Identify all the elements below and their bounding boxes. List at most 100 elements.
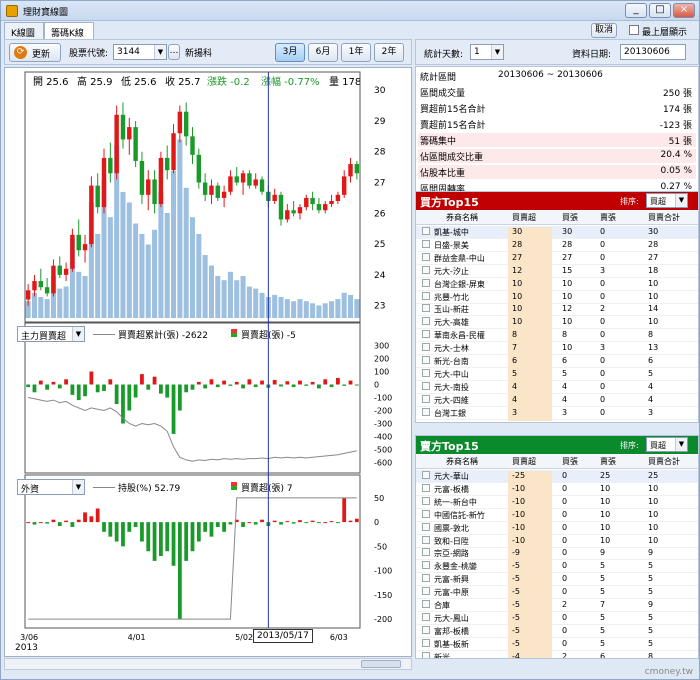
- kline-chart-svg[interactable]: 30 29 28 27 26 25 24 23 300 200 100 0 -100 -200 -300 -4…: [5, 68, 413, 658]
- row-checkbox[interactable]: [422, 548, 430, 557]
- table-row[interactable]: 凱基-城中 30 30 0 30: [416, 226, 698, 240]
- row-checkbox[interactable]: [422, 394, 430, 403]
- chevron-down-icon[interactable]: ▼: [72, 480, 84, 494]
- panel2-selector[interactable]: 主力買賣超 ▼: [17, 326, 85, 342]
- net-buy-bar: [196, 381, 201, 385]
- table-cell: 0: [600, 239, 606, 249]
- cancel-button[interactable]: 取消: [591, 23, 617, 38]
- scroll-thumb[interactable]: [361, 660, 401, 668]
- table-row[interactable]: 統一-新台中 -10 0 10 10: [416, 496, 698, 510]
- row-checkbox[interactable]: [422, 625, 430, 634]
- always-on-top-checkbox[interactable]: [629, 25, 639, 35]
- table-cell: 3: [600, 343, 606, 353]
- stat-days-select[interactable]: 1 ▼: [470, 44, 504, 60]
- close-button[interactable]: ×: [673, 3, 695, 18]
- row-checkbox[interactable]: [422, 535, 430, 544]
- row-checkbox[interactable]: [422, 574, 430, 583]
- panel3-selector[interactable]: 外資 ▼: [17, 479, 85, 495]
- row-checkbox[interactable]: [422, 381, 430, 390]
- table-row[interactable]: 元大-汐止 12 15 3 18: [416, 265, 698, 279]
- table-row[interactable]: 國票-敦北 -10 0 10 10: [416, 522, 698, 536]
- row-checkbox[interactable]: [422, 509, 430, 518]
- table-row[interactable]: 凱基-板新 -5 0 5 5: [416, 638, 698, 652]
- table-row[interactable]: 台灣工銀 3 3 0 3: [416, 407, 698, 421]
- table-row[interactable]: 元大-四維 4 4 0 4: [416, 394, 698, 408]
- row-checkbox[interactable]: [422, 638, 430, 647]
- table-row[interactable]: 永豐金-桃鑾 -5 0 5 5: [416, 560, 698, 575]
- row-checkbox[interactable]: [422, 368, 430, 377]
- chart-scrollbar[interactable]: [4, 658, 412, 670]
- table-row[interactable]: 元大-華山 -25 0 25 25: [416, 470, 698, 484]
- stat-key: 賣超前15名合計: [420, 121, 486, 131]
- data-date-input[interactable]: 20130606: [620, 44, 686, 60]
- table-cell: 9: [648, 548, 654, 558]
- row-checkbox[interactable]: [422, 561, 430, 570]
- table-cell: 5: [600, 612, 606, 622]
- table-row[interactable]: 元富-中原 -5 0 5 5: [416, 586, 698, 601]
- row-checkbox[interactable]: [422, 227, 430, 235]
- panel2-tick-label: -400: [374, 433, 392, 442]
- row-checkbox[interactable]: [422, 343, 430, 352]
- row-checkbox[interactable]: [422, 304, 430, 313]
- table-row[interactable]: 中國信託-新竹 -10 0 10 10: [416, 509, 698, 523]
- row-checkbox[interactable]: [422, 265, 430, 274]
- row-checkbox[interactable]: [422, 291, 430, 300]
- table-row[interactable]: 富邦-板橋 -5 0 5 5: [416, 625, 698, 639]
- table-row[interactable]: 兆豐-竹北 10 10 0 10: [416, 291, 698, 305]
- row-checkbox[interactable]: [422, 522, 430, 531]
- table-row[interactable]: 華南永昌-民權 8 8 0 8: [416, 329, 698, 344]
- chevron-down-icon[interactable]: ▼: [72, 327, 84, 341]
- tab-kline[interactable]: K線圖: [4, 22, 44, 39]
- more-button[interactable]: …: [168, 44, 180, 60]
- range-button[interactable]: 3月: [275, 43, 305, 62]
- row-checkbox[interactable]: [422, 612, 430, 621]
- row-checkbox[interactable]: [422, 496, 430, 505]
- broker-name: 凱基-板新: [434, 639, 469, 649]
- table-row[interactable]: 台灣企銀-屏東 10 10 0 10: [416, 278, 698, 292]
- table-row[interactable]: 致和-日陞 -10 0 10 10: [416, 535, 698, 549]
- row-checkbox[interactable]: [422, 239, 430, 248]
- panel3-tick-label: 50: [374, 494, 384, 503]
- row-checkbox[interactable]: [422, 471, 430, 479]
- maximize-button[interactable]: □: [649, 3, 671, 18]
- row-checkbox[interactable]: [422, 330, 430, 339]
- table-row[interactable]: 合庫 -5 2 7 9: [416, 599, 698, 613]
- row-checkbox[interactable]: [422, 252, 430, 261]
- row-checkbox[interactable]: [422, 483, 430, 492]
- tab-chip-kline[interactable]: 籌碼K線圖: [44, 22, 94, 52]
- table-row[interactable]: 群益金鼎-中山 27 27 0 27: [416, 252, 698, 266]
- chevron-down-icon[interactable]: ▼: [491, 45, 503, 59]
- table-row[interactable]: 元大-南投 4 4 0 4: [416, 381, 698, 395]
- chevron-down-icon[interactable]: ▼: [675, 438, 687, 451]
- chevron-down-icon[interactable]: ▼: [675, 194, 687, 207]
- table-row[interactable]: 玉山-新莊 10 12 2 14: [416, 303, 698, 318]
- row-checkbox[interactable]: [422, 407, 430, 416]
- row-checkbox[interactable]: [422, 278, 430, 287]
- row-checkbox[interactable]: [422, 651, 430, 658]
- stock-code-input[interactable]: 3144 ▼: [113, 44, 167, 60]
- table-row[interactable]: 元富-板橋 -10 0 10 10: [416, 483, 698, 497]
- table-row[interactable]: 元大-高雄 10 10 0 10: [416, 316, 698, 331]
- range-button[interactable]: 6月: [308, 43, 338, 62]
- table-cell: 25: [600, 471, 611, 480]
- table-row[interactable]: 新光-台南 6 6 0 6: [416, 355, 698, 369]
- table-row[interactable]: 日盛-景美 28 28 0 28: [416, 239, 698, 253]
- row-checkbox[interactable]: [422, 317, 430, 326]
- sell-sort-select[interactable]: 買超 ▼: [646, 437, 688, 452]
- table-row[interactable]: 元大-中山 5 5 0 5: [416, 368, 698, 382]
- row-checkbox[interactable]: [422, 356, 430, 364]
- refresh-button[interactable]: ⟳ 更新: [9, 43, 61, 62]
- minimize-button[interactable]: _: [625, 3, 647, 18]
- table-row[interactable]: 新光 -4 2 6 8: [416, 651, 698, 658]
- table-row[interactable]: 宗亞-網路 -9 0 9 9: [416, 547, 698, 562]
- table-row[interactable]: 元大-士林 7 10 3 13: [416, 342, 698, 357]
- range-button[interactable]: 1年: [341, 43, 371, 62]
- buy-sort-select[interactable]: 買超 ▼: [646, 193, 688, 208]
- table-row[interactable]: 元富-新興 -5 0 5 5: [416, 573, 698, 588]
- row-checkbox[interactable]: [422, 587, 430, 596]
- chevron-down-icon[interactable]: ▼: [154, 45, 166, 59]
- foreign-net-bar: [335, 522, 340, 524]
- table-row[interactable]: 元大-鳳山 -5 0 5 5: [416, 612, 698, 626]
- range-button[interactable]: 2年: [374, 43, 404, 62]
- row-checkbox[interactable]: [422, 600, 430, 608]
